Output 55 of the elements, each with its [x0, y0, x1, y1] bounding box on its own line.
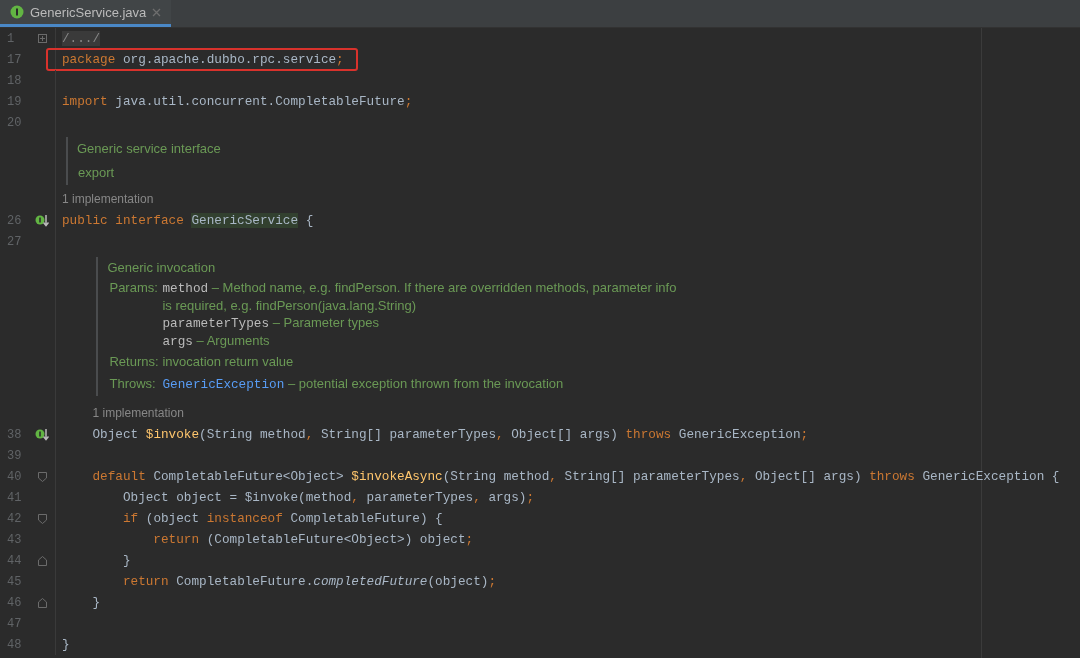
doc-text: export [78, 164, 116, 182]
line-number: 17 [6, 52, 23, 67]
doc-summary: Generic service interface [77, 140, 221, 158]
doc-summary: Generic invocation [107, 259, 217, 277]
fold-marker-icon[interactable] [37, 471, 47, 482]
line-number: 27 [6, 234, 23, 249]
expand-icon[interactable] [37, 34, 47, 43]
code-line: Object $invoke(String method, String[] parameterTypes, Object[] args) throws GenericException; [91, 427, 809, 442]
code-line: return CompletableFuture.completedFuture(object); [121, 574, 497, 589]
doc-param-text: GenericException – potential exception thrown from the invocation [162, 374, 564, 392]
doc-param-text: invocation return value [162, 353, 294, 371]
code-line: public interface GenericService { [62, 213, 314, 228]
line-number: 48 [6, 637, 23, 652]
code-line: import java.util.concurrent.CompletableFuture; [62, 94, 413, 109]
tab-label: GenericService.java [30, 4, 147, 20]
line-number: 41 [6, 490, 23, 505]
fold-marker-icon[interactable] [37, 555, 47, 566]
line-number: 46 [6, 595, 23, 610]
line-number: 19 [6, 94, 23, 109]
code-line: return (CompletableFuture<Object>) object; [152, 532, 474, 547]
fold-marker-icon[interactable] [37, 597, 47, 608]
line-number: 44 [6, 553, 23, 568]
circle-arrow-icon[interactable] [35, 428, 49, 441]
line-number: 39 [6, 448, 23, 463]
doc-param-text: parameterTypes – Parameter types [162, 314, 380, 332]
line-number: 40 [6, 469, 23, 484]
code-line: if (object instanceof CompletableFuture) { [121, 511, 443, 526]
line-number: 1 [6, 31, 16, 46]
code-line: } [62, 637, 70, 652]
code-line: package org.apache.dubbo.rpc.service; [62, 52, 344, 67]
line-number: 20 [6, 115, 23, 130]
code-line: Object object = $invoke(method, parameterTypes, args); [121, 490, 535, 505]
line-number: 18 [6, 73, 23, 88]
interface-icon [10, 5, 24, 19]
inlay-hint[interactable]: 1 implementation [92, 403, 184, 424]
close-icon[interactable] [152, 7, 162, 17]
doc-tag-label: Returns: [108, 353, 160, 371]
doc-tag-label: Throws: [108, 374, 157, 392]
code-line: } [91, 595, 101, 610]
inlay-hint[interactable]: 1 implementation [62, 189, 154, 210]
doc-param-text: method – Method name, e.g. findPerson. If there are overridden methods, parameter info is required, e.g. findPerson(java.lang.String) [162, 279, 677, 314]
line-number: 45 [6, 574, 23, 589]
line-number: 26 [6, 213, 23, 228]
doc-link[interactable]: GenericException [162, 376, 285, 392]
line-number: 38 [6, 427, 23, 442]
line-number: 47 [6, 616, 23, 631]
doc-tag-label: Params: [108, 279, 159, 297]
doc-param-text: args – Arguments [162, 331, 271, 349]
code-line: default CompletableFuture<Object> $invokeAsync(String method, String[] parameterTypes, Object[] args) throws GenericException { [91, 469, 1060, 484]
line-number: 43 [6, 532, 23, 547]
code-line: } [121, 553, 131, 568]
circle-arrow-icon[interactable] [35, 214, 49, 227]
file-tab[interactable]: GenericService.java [0, 0, 172, 27]
line-number: 42 [6, 511, 23, 526]
fold-marker-icon[interactable] [37, 513, 47, 524]
